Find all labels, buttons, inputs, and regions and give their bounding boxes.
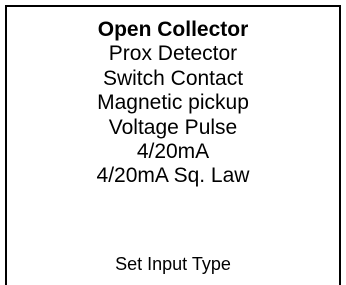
menu-item-voltage-pulse[interactable]: Voltage Pulse — [7, 116, 339, 140]
display-panel: Open Collector Prox Detector Switch Cont… — [5, 5, 341, 285]
menu-item-prox-detector[interactable]: Prox Detector — [7, 42, 339, 66]
menu-item-4-20ma[interactable]: 4/20mA — [7, 140, 339, 164]
screen-title: Set Input Type — [115, 254, 231, 274]
menu-item-open-collector[interactable]: Open Collector — [7, 18, 339, 42]
input-type-menu: Open Collector Prox Detector Switch Cont… — [7, 18, 339, 189]
menu-item-switch-contact[interactable]: Switch Contact — [7, 67, 339, 91]
menu-item-magnetic-pickup[interactable]: Magnetic pickup — [7, 91, 339, 115]
menu-item-4-20ma-sq-law[interactable]: 4/20mA Sq. Law — [7, 164, 339, 188]
